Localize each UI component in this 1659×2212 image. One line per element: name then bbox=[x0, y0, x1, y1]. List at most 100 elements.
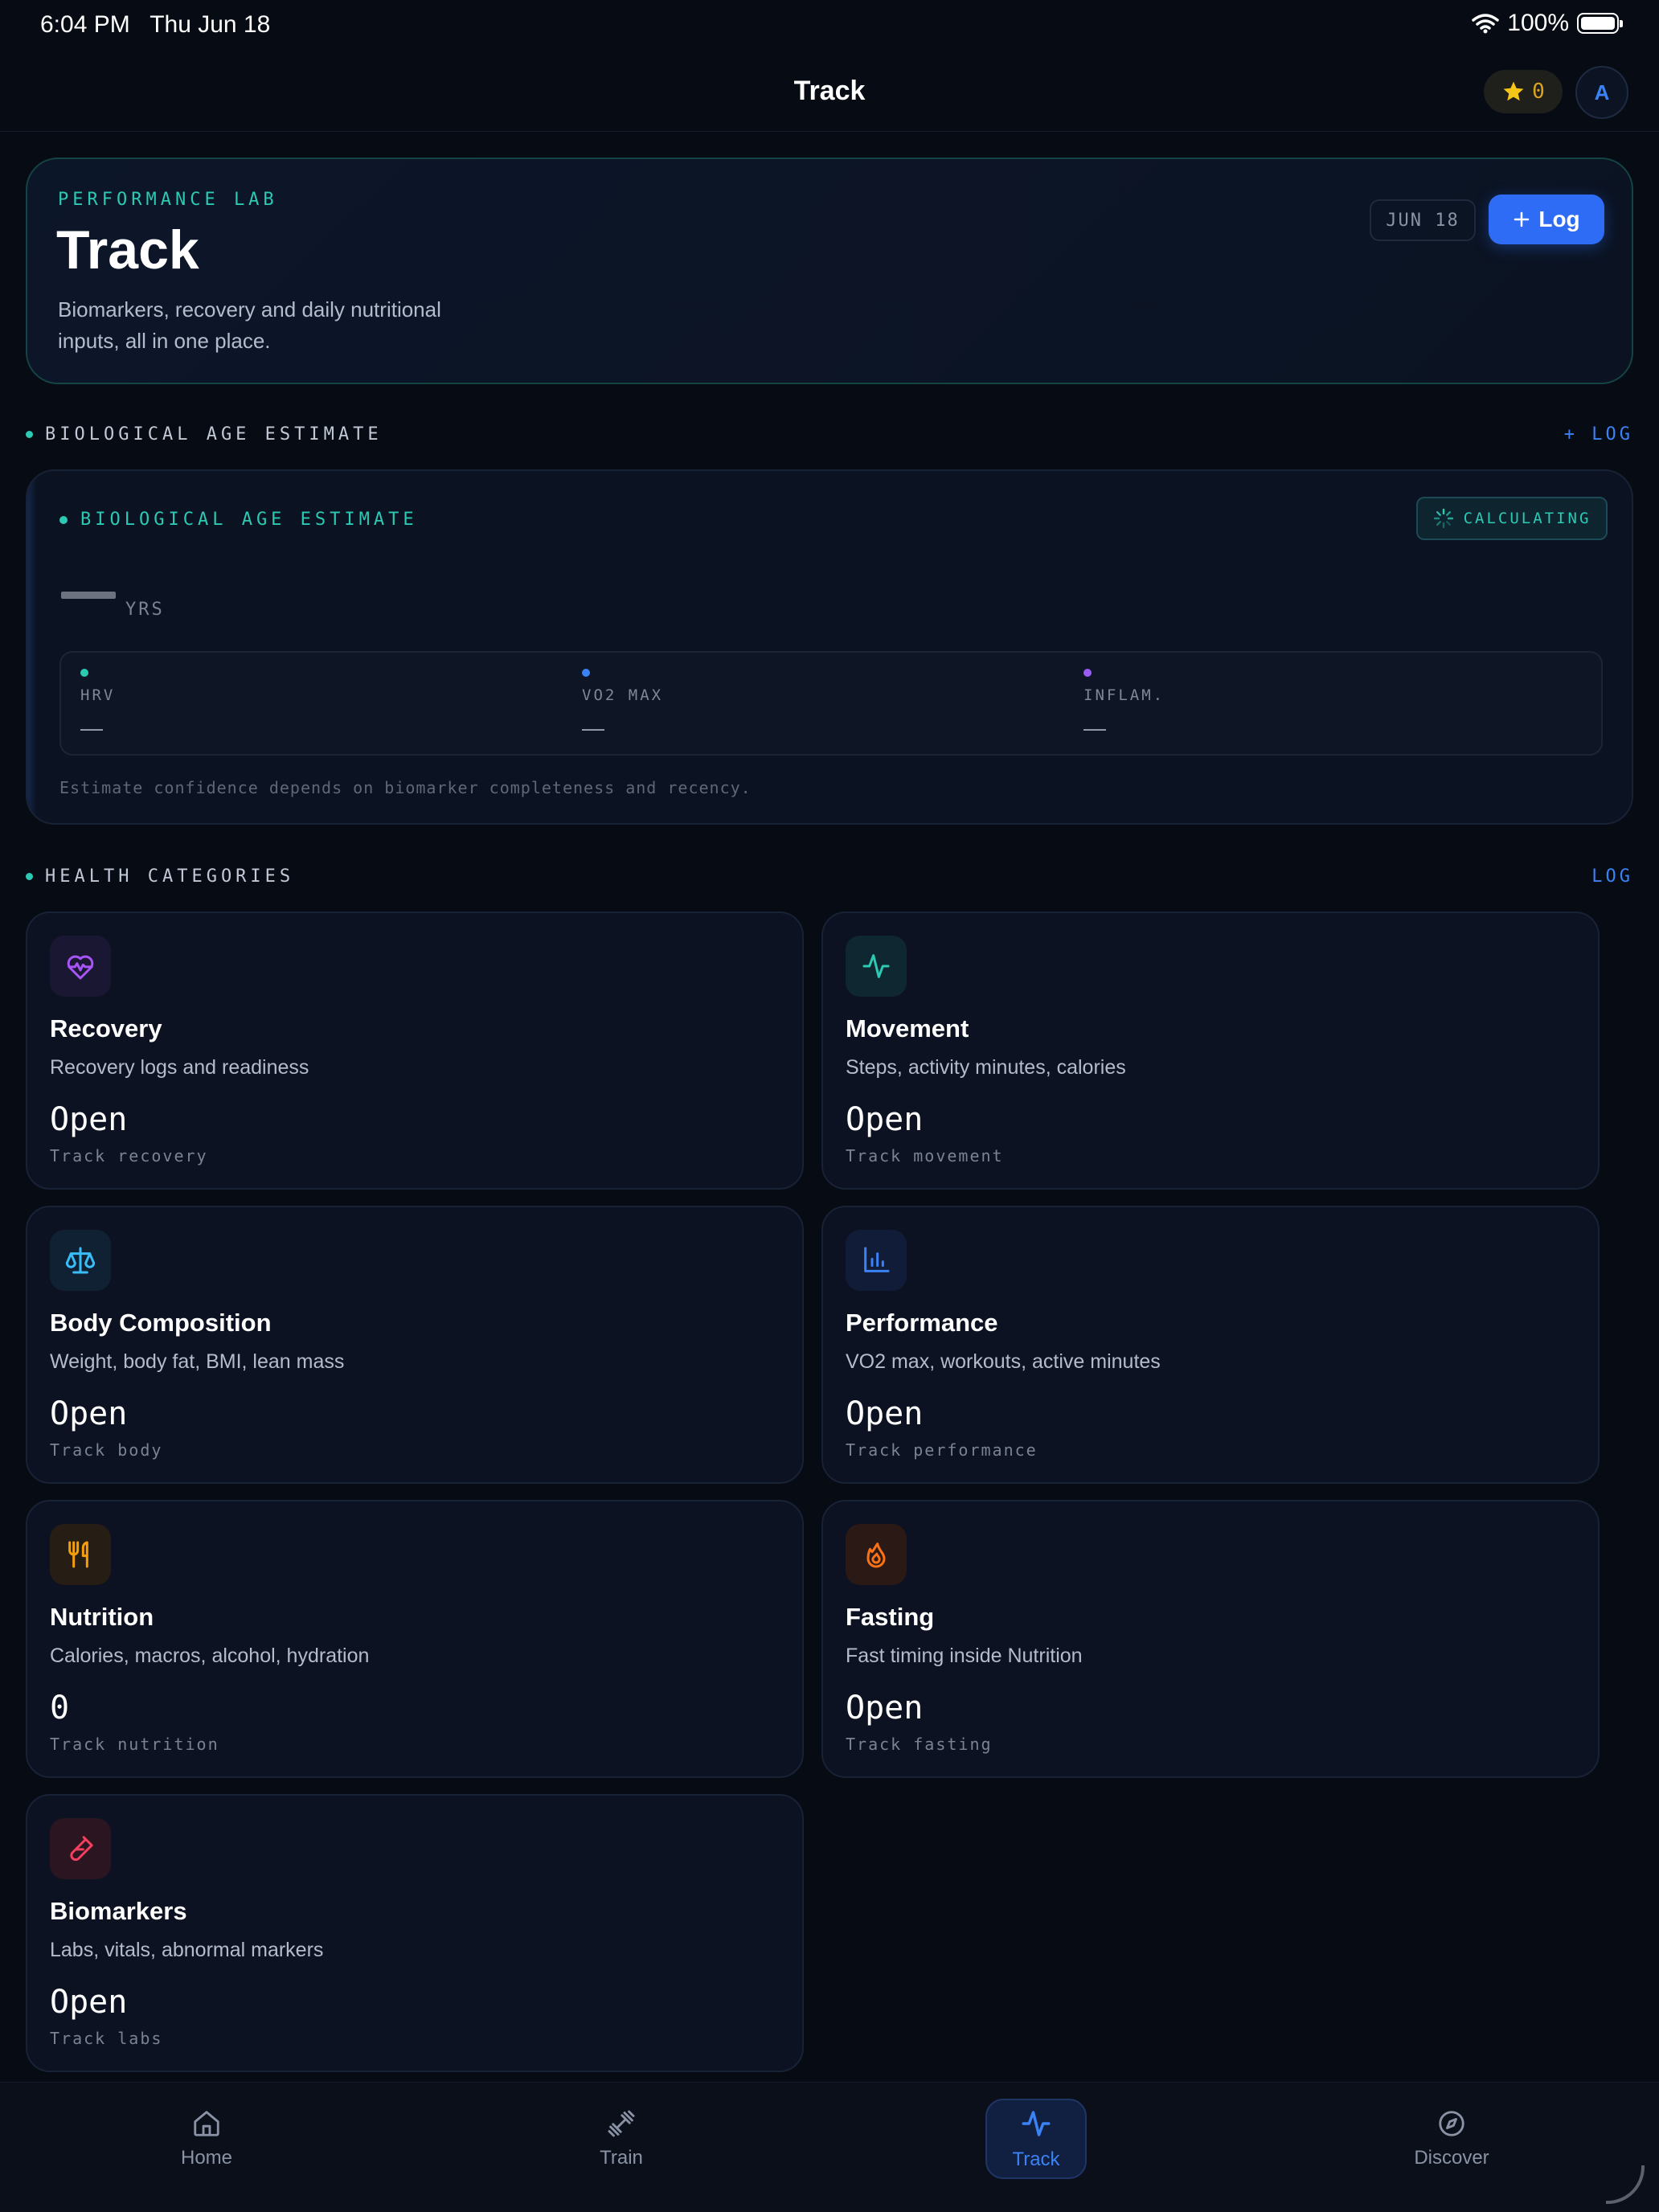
bio-dot bbox=[59, 516, 68, 524]
date-chip[interactable]: JUN 18 bbox=[1370, 199, 1476, 241]
tab-label: Train bbox=[600, 2147, 643, 2169]
tab-label: Track bbox=[1012, 2149, 1060, 2170]
plus-icon bbox=[1514, 211, 1530, 227]
category-subtitle: Track fasting bbox=[846, 1735, 993, 1754]
points-badge[interactable]: 0 bbox=[1484, 70, 1563, 113]
category-subtitle: Track nutrition bbox=[50, 1735, 219, 1754]
category-card-biomarkers[interactable]: Biomarkers Labs, vitals, abnormal marker… bbox=[26, 1794, 804, 2072]
metric-label: INFLAM. bbox=[1083, 686, 1165, 704]
category-title: Nutrition bbox=[50, 1603, 154, 1631]
wifi-icon bbox=[1472, 14, 1500, 34]
age-value-placeholder bbox=[61, 592, 116, 599]
category-description: Calories, macros, alcohol, hydration bbox=[50, 1645, 370, 1667]
star-icon bbox=[1503, 81, 1524, 101]
category-title: Movement bbox=[846, 1014, 969, 1043]
test-tube-icon bbox=[50, 1818, 111, 1879]
status-bar: 6:04 PM Thu Jun 18 100% bbox=[0, 0, 1659, 51]
section-dot bbox=[26, 873, 33, 880]
heart-pulse-icon bbox=[50, 936, 111, 997]
category-description: Weight, body fat, BMI, lean mass bbox=[50, 1350, 345, 1373]
category-subtitle: Track movement bbox=[846, 1146, 1004, 1165]
metric-dot bbox=[1083, 669, 1092, 677]
metric-value: — bbox=[1083, 715, 1106, 740]
metric-value: — bbox=[80, 715, 103, 740]
bio-footnote: Estimate confidence depends on biomarker… bbox=[59, 778, 752, 797]
log-button[interactable]: Log bbox=[1489, 195, 1604, 244]
tab-bar: Home Train Track Discover bbox=[0, 2082, 1659, 2212]
metric-hrv: HRV — bbox=[61, 653, 559, 754]
category-value: Open bbox=[50, 1984, 128, 2021]
tab-train[interactable]: Train bbox=[549, 2099, 694, 2179]
category-card-body-composition[interactable]: Body Composition Weight, body fat, BMI, … bbox=[26, 1206, 804, 1484]
log-button-label: Log bbox=[1538, 207, 1580, 231]
category-subtitle: Track body bbox=[50, 1440, 163, 1460]
scale-icon bbox=[50, 1230, 111, 1291]
category-title: Performance bbox=[846, 1309, 998, 1337]
status-clock: 6:04 PM bbox=[40, 11, 130, 38]
calculating-badge: CALCULATING bbox=[1416, 497, 1608, 540]
category-description: Steps, activity minutes, calories bbox=[846, 1056, 1126, 1079]
battery-icon bbox=[1577, 13, 1623, 34]
status-time: 6:04 PM Thu Jun 18 bbox=[40, 11, 270, 39]
page-title: Track bbox=[56, 219, 199, 281]
categories-section-label: HEALTH CATEGORIES bbox=[45, 866, 295, 887]
bio-section-label: BIOLOGICAL AGE ESTIMATE bbox=[45, 424, 383, 444]
category-card-recovery[interactable]: Recovery Recovery logs and readiness Ope… bbox=[26, 911, 804, 1190]
category-subtitle: Track performance bbox=[846, 1440, 1038, 1460]
tab-home[interactable]: Home bbox=[134, 2099, 279, 2179]
tab-label: Discover bbox=[1414, 2147, 1489, 2169]
category-title: Recovery bbox=[50, 1014, 162, 1043]
section-dot bbox=[26, 431, 33, 438]
age-unit: YRS bbox=[125, 600, 165, 620]
category-title: Body Composition bbox=[50, 1309, 272, 1337]
status-date: Thu Jun 18 bbox=[150, 11, 271, 38]
category-subtitle: Track labs bbox=[50, 2029, 163, 2048]
category-description: VO2 max, workouts, active minutes bbox=[846, 1350, 1161, 1373]
category-title: Fasting bbox=[846, 1603, 935, 1631]
category-description: Fast timing inside Nutrition bbox=[846, 1645, 1083, 1667]
category-card-nutrition[interactable]: Nutrition Calories, macros, alcohol, hyd… bbox=[26, 1500, 804, 1778]
status-right: 100% bbox=[1472, 10, 1623, 37]
home-icon bbox=[194, 2111, 219, 2136]
tab-track[interactable]: Track bbox=[985, 2099, 1087, 2179]
category-value: 0 bbox=[50, 1690, 70, 1727]
metric-dot bbox=[80, 669, 88, 677]
category-value: Open bbox=[846, 1395, 924, 1432]
utensils-icon bbox=[50, 1524, 111, 1585]
metric-label: HRV bbox=[80, 686, 116, 704]
battery-percent: 100% bbox=[1507, 10, 1569, 36]
hero-description: Biomarkers, recovery and daily nutrition… bbox=[58, 297, 441, 353]
category-value: Open bbox=[50, 1101, 128, 1138]
bio-age-card: BIOLOGICAL AGE ESTIMATE CALCULATING YRS … bbox=[26, 469, 1633, 825]
spinner-icon bbox=[1433, 508, 1453, 529]
category-card-performance[interactable]: Performance VO2 max, workouts, active mi… bbox=[821, 1206, 1600, 1484]
bar-chart-icon bbox=[846, 1230, 907, 1291]
metric-inflammation: INFLAM. — bbox=[1064, 653, 1563, 754]
tab-discover[interactable]: Discover bbox=[1379, 2099, 1524, 2179]
category-description: Recovery logs and readiness bbox=[50, 1056, 309, 1079]
hero-card: PERFORMANCE LAB Track Biomarkers, recove… bbox=[26, 158, 1633, 384]
categories-log-link[interactable]: LOG bbox=[1591, 866, 1633, 887]
categories-section-header: HEALTH CATEGORIES LOG bbox=[26, 865, 1633, 889]
hero-eyebrow: PERFORMANCE LAB bbox=[58, 190, 278, 210]
calculating-label: CALCULATING bbox=[1463, 510, 1591, 527]
tab-label: Home bbox=[180, 2147, 233, 2169]
nav-title: Track bbox=[793, 76, 866, 106]
flame-icon bbox=[846, 1524, 907, 1585]
category-title: Biomarkers bbox=[50, 1897, 187, 1925]
category-value: Open bbox=[50, 1395, 128, 1432]
category-value: Open bbox=[846, 1101, 924, 1138]
category-card-fasting[interactable]: Fasting Fast timing inside Nutrition Ope… bbox=[821, 1500, 1600, 1778]
category-description: Labs, vitals, abnormal markers bbox=[50, 1939, 324, 1961]
avatar[interactable]: A bbox=[1575, 66, 1628, 119]
points-count: 0 bbox=[1532, 80, 1545, 104]
compass-icon bbox=[1439, 2111, 1464, 2136]
metric-vo2-max: VO2 MAX — bbox=[563, 653, 1061, 754]
top-nav: Track 0 A bbox=[0, 51, 1659, 132]
metric-dot bbox=[582, 669, 590, 677]
activity-icon bbox=[846, 936, 907, 997]
bio-log-link[interactable]: + LOG bbox=[1564, 424, 1633, 444]
bio-metrics: HRV — VO2 MAX — INFLAM. — bbox=[59, 651, 1603, 756]
category-card-movement[interactable]: Movement Steps, activity minutes, calori… bbox=[821, 911, 1600, 1190]
metric-label: VO2 MAX bbox=[582, 686, 664, 704]
